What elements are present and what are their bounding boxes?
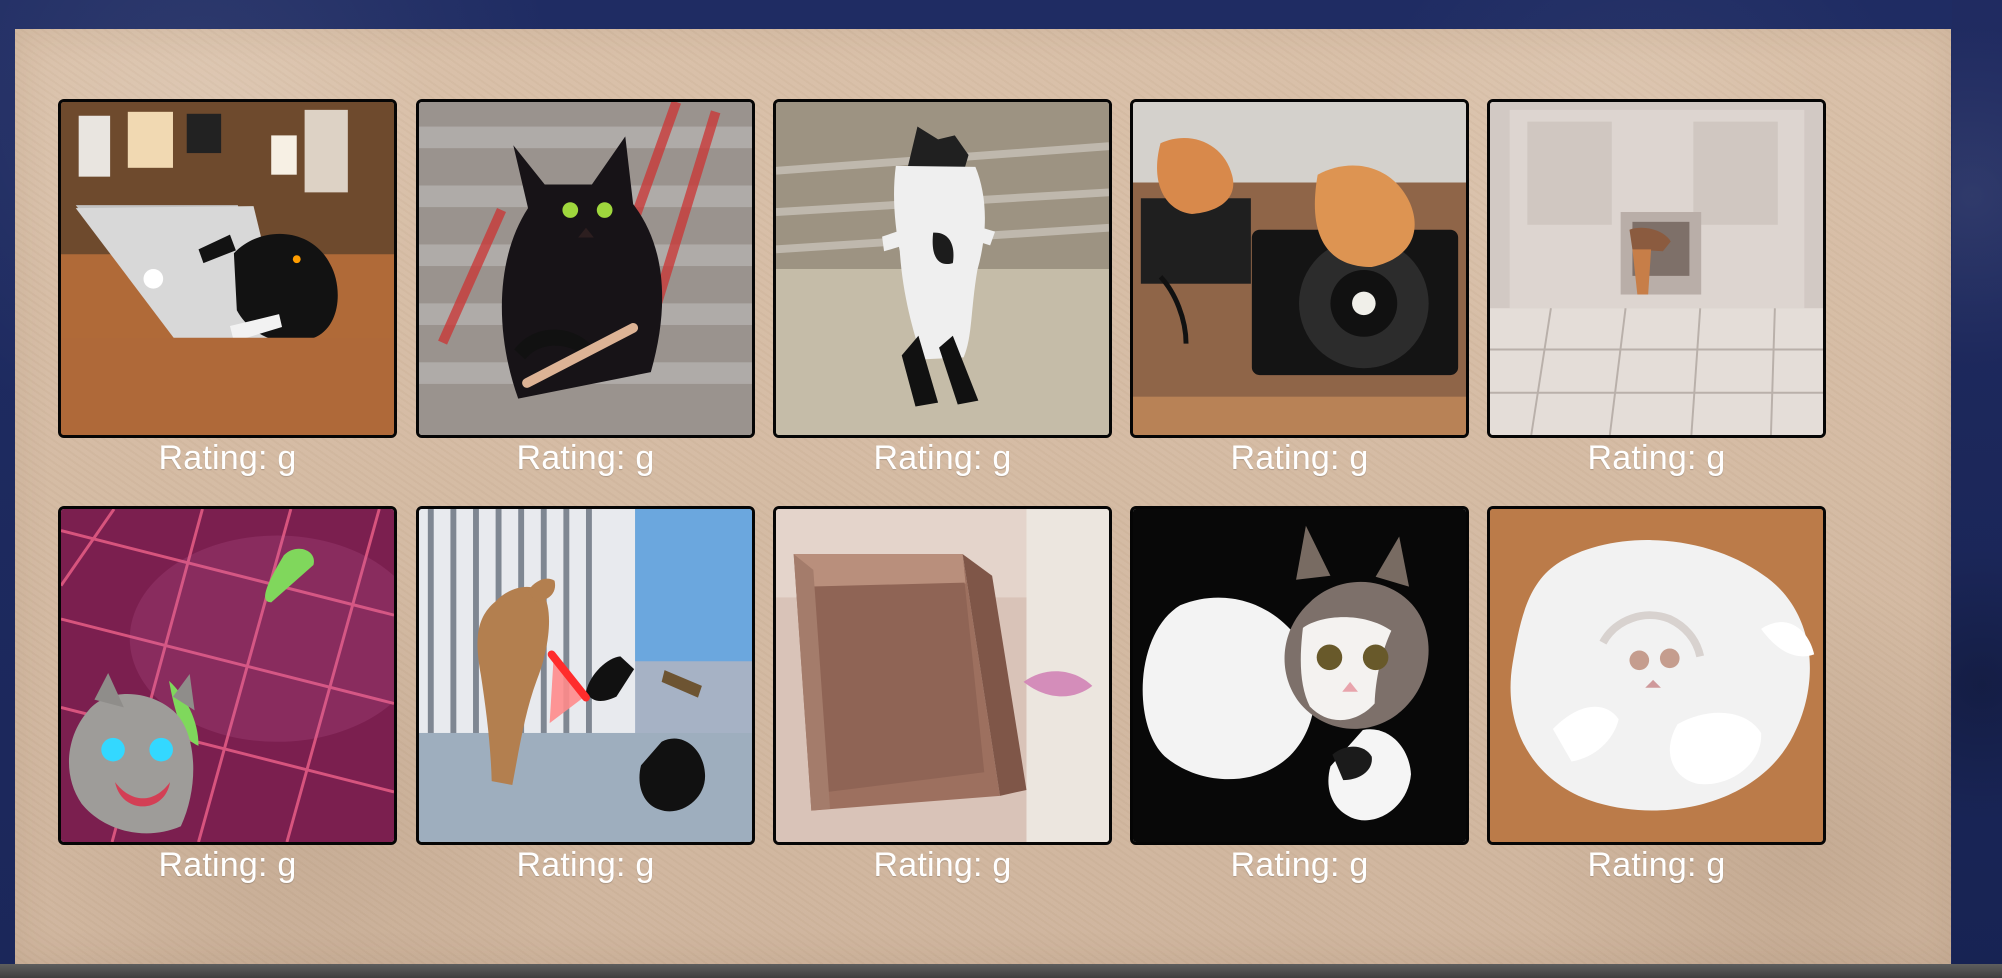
cat-door-image: [1490, 102, 1823, 435]
gif-tile-cat-door[interactable]: [1487, 99, 1826, 438]
gif-tile-dj-cats[interactable]: [1130, 99, 1469, 438]
gif-tile-laptop-cat[interactable]: [58, 99, 397, 438]
bottom-bar: [0, 964, 2002, 978]
standing-cat-image: [776, 102, 1109, 435]
lightsaber-image: [419, 509, 752, 842]
rating-label: Rating: g: [516, 439, 655, 477]
rating-label: Rating: g: [516, 846, 655, 884]
gif-tile-standing-cat[interactable]: [773, 99, 1112, 438]
background-edge: [1952, 0, 2002, 978]
gif-tile-white-cat[interactable]: [1487, 506, 1826, 845]
laptop-cat-image: [61, 102, 394, 435]
rating-label: Rating: g: [1587, 439, 1726, 477]
rating-label: Rating: g: [158, 439, 297, 477]
dj-cats-image: [1133, 102, 1466, 435]
gallery-page: Rating: g Rating: g Rating: g Rating: g …: [0, 0, 2002, 978]
white-cat-image: [1490, 509, 1823, 842]
rating-label: Rating: g: [1587, 846, 1726, 884]
rating-label: Rating: g: [1230, 846, 1369, 884]
rating-label: Rating: g: [873, 439, 1012, 477]
file-cat-image: [419, 102, 752, 435]
rating-label: Rating: g: [1230, 439, 1369, 477]
box-cat-image: [776, 509, 1109, 842]
gif-tile-laser-cat[interactable]: [58, 506, 397, 845]
rating-label: Rating: g: [158, 846, 297, 884]
gif-tile-lightsaber-dog-cat[interactable]: [416, 506, 755, 845]
laser-cat-image: [61, 509, 394, 842]
rating-label: Rating: g: [873, 846, 1012, 884]
kitten-paw-image: [1133, 509, 1466, 842]
gif-tile-box-cat[interactable]: [773, 506, 1112, 845]
gif-tile-kitten-paw[interactable]: [1130, 506, 1469, 845]
gif-tile-file-cat[interactable]: [416, 99, 755, 438]
